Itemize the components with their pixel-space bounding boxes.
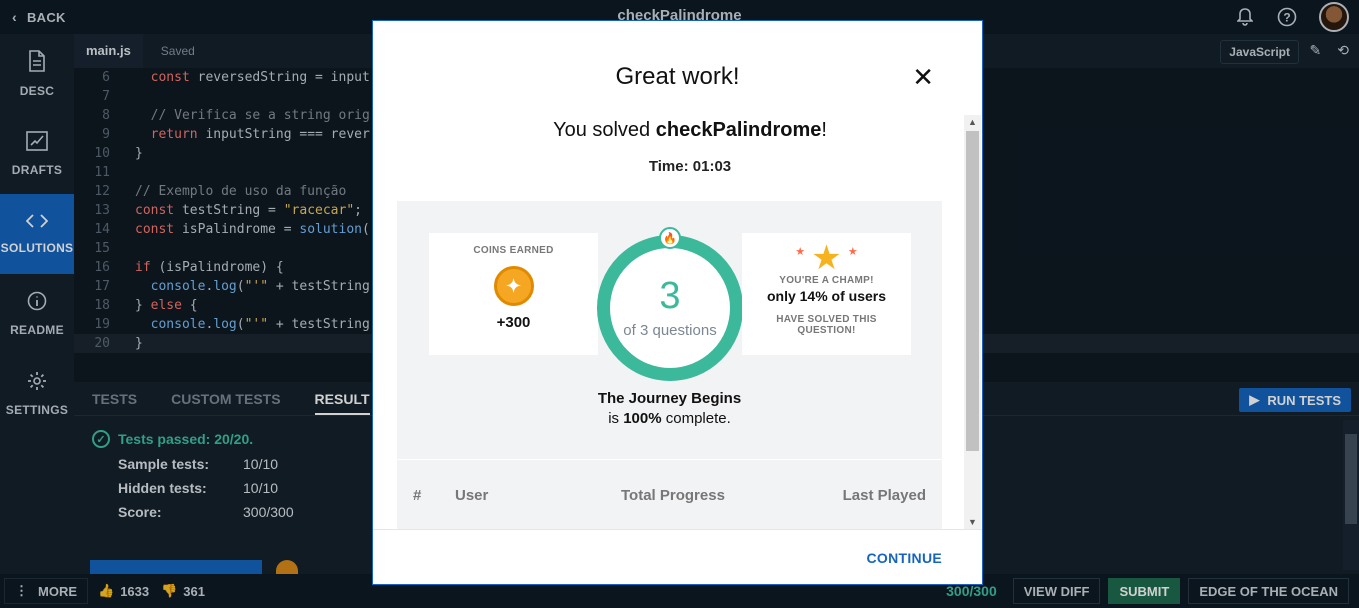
col-last-played: Last Played: [842, 487, 926, 504]
star-icon: ★: [795, 235, 858, 275]
col-progress: Total Progress: [621, 486, 725, 504]
scroll-down-icon[interactable]: ▼: [964, 515, 981, 529]
champ-main: only 14% of users: [766, 288, 887, 304]
divider: [373, 529, 982, 530]
champ-bottom: HAVE SOLVED THIS QUESTION!: [776, 314, 877, 336]
solved-message: You solved checkPalindrome!: [553, 119, 827, 141]
solve-time: Time: 01:03: [648, 158, 732, 175]
scroll-up-icon[interactable]: ▲: [964, 115, 981, 129]
close-icon[interactable]: ✕: [912, 64, 934, 90]
continue-button[interactable]: CONTINUE: [866, 550, 942, 566]
modal-content: You solved checkPalindrome! Time: 01:03 …: [397, 115, 983, 529]
journey-progress: The Journey Begins is 100% complete.: [597, 390, 742, 427]
flame-icon: 🔥: [659, 227, 681, 249]
coins-card: COINS EARNED ✦ +300: [429, 233, 598, 355]
champ-card: ★ YOU'RE A CHAMP! only 14% of users HAVE…: [742, 233, 911, 355]
col-rank: #: [413, 487, 422, 504]
modal-scrollbar[interactable]: ▲ ▼: [964, 115, 981, 529]
col-user: User: [455, 487, 489, 504]
questions-total: of 3 questions: [623, 322, 717, 339]
questions-done: 3: [659, 275, 681, 317]
stats-box: COINS EARNED ✦ +300 3 of 3 questions 🔥 ★…: [397, 201, 942, 459]
coins-value: +300: [496, 314, 531, 331]
coin-icon: ✦: [493, 266, 534, 306]
modal-title: Great work!: [615, 63, 740, 90]
progress-ring: 3 of 3 questions: [597, 235, 743, 381]
coins-label: COINS EARNED: [473, 245, 554, 256]
leaderboard-header: # User Total Progress Last Played: [397, 459, 942, 529]
success-modal: Great work! ✕ You solved checkPalindrome…: [372, 20, 983, 585]
